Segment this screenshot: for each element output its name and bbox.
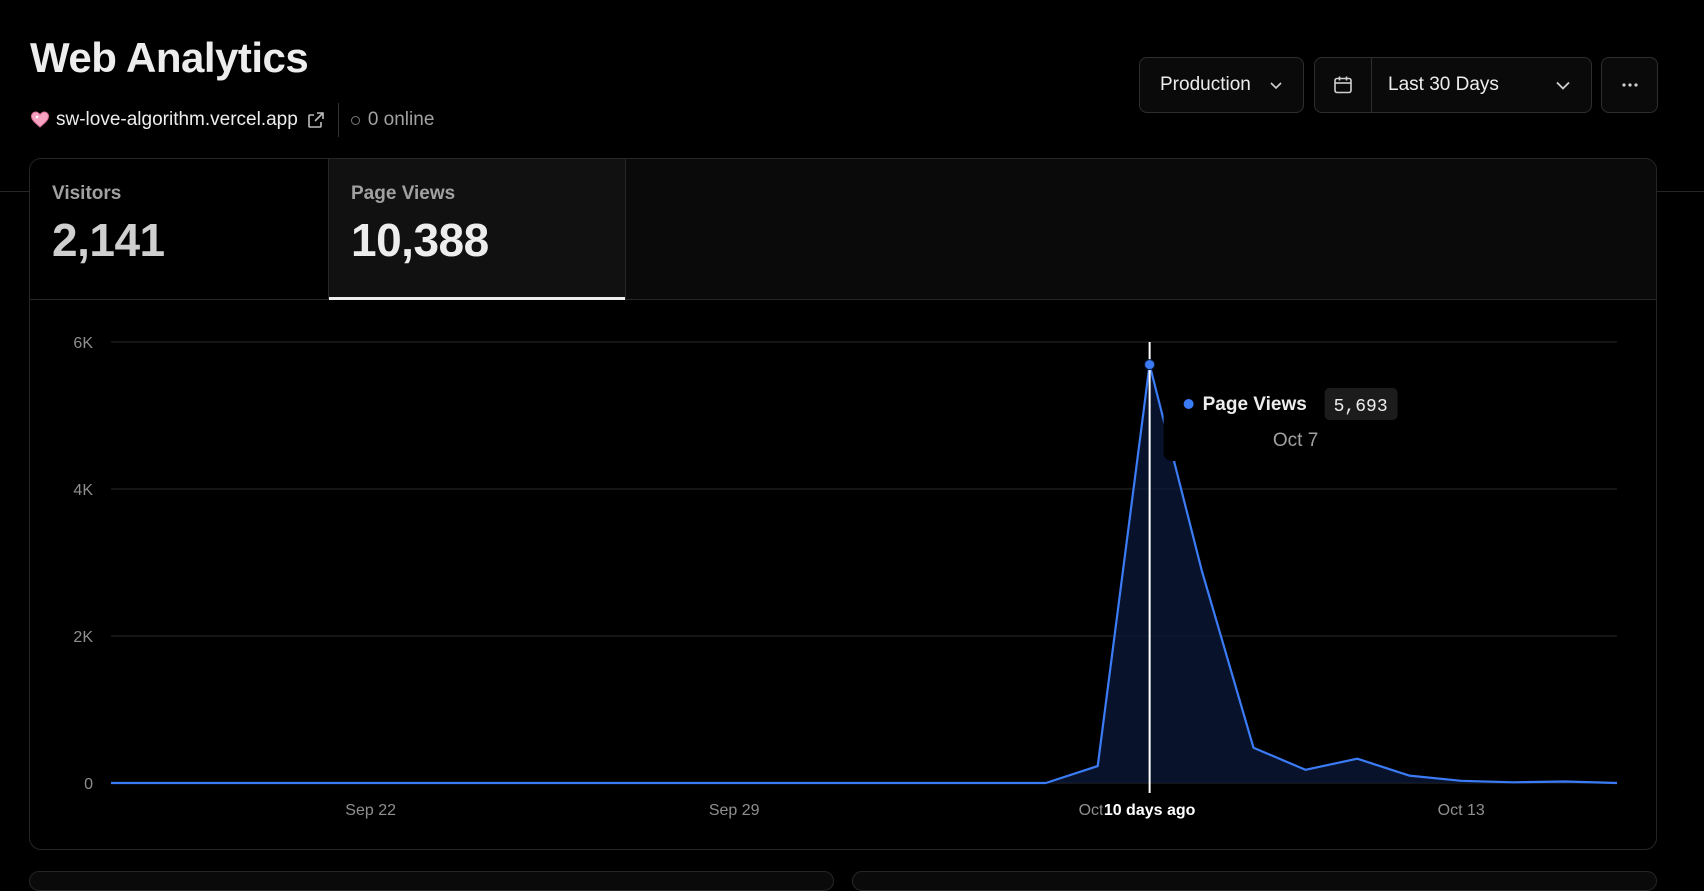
online-count: 0 online (367, 109, 435, 130)
tooltip-date: Oct 7 (1273, 430, 1318, 451)
heart-icon (30, 111, 50, 128)
environment-dropdown[interactable]: Production (1139, 57, 1304, 113)
more-icon (1621, 83, 1638, 87)
page-views-line (111, 363, 1618, 785)
y-tick-label: 2K (73, 629, 93, 646)
date-range-picker[interactable]: Last 30 Days (1314, 57, 1592, 113)
tooltip-series-dot (1183, 399, 1194, 409)
page-views-chart[interactable]: 02K4K6KSep 22 Sep 29 Oct 6 Oct 1310 days ag… (30, 159, 1657, 850)
highlight-point (1144, 359, 1156, 371)
tooltip-value: 5,693 (1334, 397, 1388, 417)
page-title: Web Analytics (30, 34, 309, 81)
panel-card (852, 871, 1657, 891)
y-tick-label: 6K (73, 335, 93, 352)
x-tick-label: Sep 29 (709, 802, 760, 819)
cursor-label: 10 days ago (1104, 802, 1196, 819)
x-tick-label: Oct 13 (1438, 802, 1485, 819)
chevron-down-icon (1270, 82, 1282, 90)
site-info: sw-love-algorithm.vercel.app 0 online (30, 103, 435, 137)
online-status-icon (350, 115, 360, 125)
y-tick-label: 4K (73, 482, 93, 499)
external-link-icon[interactable] (306, 110, 326, 130)
page-views-area (111, 364, 1617, 783)
analytics-card: Visitors 2,141 Page Views 10,388 0 2K 4K 6K… (29, 158, 1657, 850)
more-options-button[interactable] (1601, 57, 1658, 113)
x-tick-label: Sep 22 (345, 802, 396, 819)
y-tick-label: 0 (84, 776, 93, 793)
divider (337, 103, 339, 137)
site-link[interactable]: sw-love-algorithm.vercel.app (56, 109, 298, 131)
environment-label: Production (1160, 74, 1251, 95)
calendar-button[interactable] (1315, 58, 1372, 112)
panel-card (29, 871, 834, 891)
date-range-label: Last 30 Days (1388, 74, 1499, 95)
calendar-icon (1334, 76, 1352, 94)
tooltip-series-label: Page Views (1203, 394, 1307, 415)
chevron-down-icon (1556, 81, 1570, 90)
